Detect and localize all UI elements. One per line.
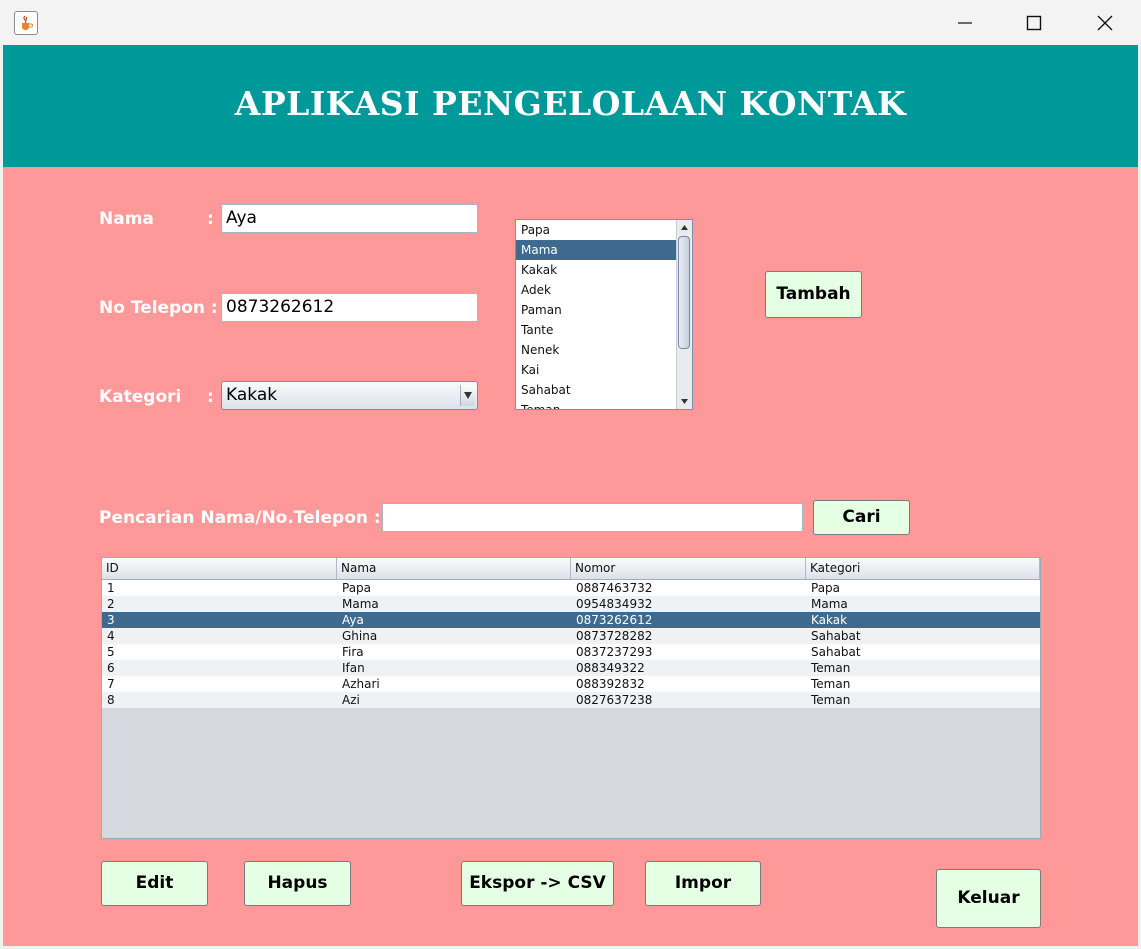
category-list-item[interactable]: Adek: [516, 280, 678, 300]
table-cell: Sahabat: [811, 645, 861, 659]
app-window: APLIKASI PENGELOLAAN KONTAK Nama : Aya N…: [0, 0, 1141, 949]
telepon-field[interactable]: 0873262612: [221, 293, 478, 322]
minimize-button[interactable]: [942, 7, 988, 39]
edit-button[interactable]: Edit: [101, 861, 208, 906]
category-list-item[interactable]: Tante: [516, 320, 678, 340]
tambah-button[interactable]: Tambah: [765, 271, 862, 318]
table-row[interactable]: 4 Ghina 0873728282 Sahabat: [102, 628, 1040, 644]
column-header-nama[interactable]: Nama: [337, 558, 571, 579]
table-cell: Teman: [811, 661, 851, 675]
category-list[interactable]: Papa Mama Kakak Adek Paman Tante Nenek Kai Sahab…: [515, 219, 693, 410]
table-cell: 0873728282: [576, 629, 653, 643]
table-cell: 8: [107, 693, 115, 707]
combo-dropdown-button[interactable]: [460, 385, 475, 406]
table-row[interactable]: 6 Ifan 088349322 Teman: [102, 660, 1040, 676]
ekspor-csv-button[interactable]: Ekspor -> CSV: [461, 861, 614, 906]
table-cell: 7: [107, 677, 115, 691]
table-cell: 5: [107, 645, 115, 659]
contacts-table[interactable]: ID Nama Nomor Kategori 1 Papa 0887463732 Pa…: [101, 557, 1041, 839]
column-header-nomor[interactable]: Nomor: [571, 558, 806, 579]
table-cell: Azhari: [342, 677, 380, 691]
kategori-combobox[interactable]: Kakak: [221, 381, 478, 410]
table-cell: Papa: [811, 581, 841, 595]
table-cell: Mama: [342, 597, 379, 611]
table-row[interactable]: 1 Papa 0887463732 Papa: [102, 580, 1040, 596]
table-row[interactable]: 3 Aya 0873262612 Kakak: [102, 612, 1040, 628]
scroll-thumb[interactable]: [678, 236, 690, 349]
scroll-down-button[interactable]: [677, 394, 692, 409]
kategori-colon: :: [207, 387, 214, 407]
arrow-up-icon: [681, 225, 688, 230]
table-row[interactable]: 2 Mama 0954834932 Mama: [102, 596, 1040, 612]
table-row[interactable]: 5 Fira 0837237293 Sahabat: [102, 644, 1040, 660]
header-banner: APLIKASI PENGELOLAAN KONTAK: [3, 45, 1138, 167]
nama-colon: :: [207, 209, 214, 229]
category-list-item[interactable]: Teman: [516, 400, 678, 409]
table-cell: Aya: [342, 613, 364, 627]
table-cell: Ghina: [342, 629, 378, 643]
hapus-button[interactable]: Hapus: [244, 861, 351, 906]
arrow-down-icon: [681, 399, 688, 404]
title-bar: [0, 0, 1141, 45]
table-cell: Papa: [342, 581, 372, 595]
impor-button[interactable]: Impor: [645, 861, 761, 906]
chevron-down-icon: [464, 392, 472, 399]
scroll-up-button[interactable]: [677, 220, 692, 235]
nama-label: Nama: [99, 209, 154, 229]
category-list-item[interactable]: Nenek: [516, 340, 678, 360]
category-list-item[interactable]: Sahabat: [516, 380, 678, 400]
table-cell: 0837237293: [576, 645, 653, 659]
close-button[interactable]: [1082, 7, 1128, 39]
table-cell: 3: [107, 613, 115, 627]
list-scrollbar[interactable]: [676, 220, 692, 409]
kategori-label: Kategori: [99, 387, 182, 407]
minimize-icon: [958, 22, 972, 24]
maximize-icon: [1026, 15, 1042, 31]
category-list-item[interactable]: Papa: [516, 220, 678, 240]
table-cell: Mama: [811, 597, 848, 611]
category-list-item[interactable]: Paman: [516, 300, 678, 320]
table-cell: 6: [107, 661, 115, 675]
table-header: ID Nama Nomor Kategori: [102, 558, 1040, 580]
java-cup-icon[interactable]: [14, 11, 38, 35]
table-cell: Kakak: [811, 613, 848, 627]
close-icon: [1097, 15, 1113, 31]
table-cell: Azi: [342, 693, 360, 707]
search-label: Pencarian Nama/No.Telepon :: [99, 508, 381, 528]
telepon-label: No Telepon :: [99, 298, 218, 318]
column-header-id[interactable]: ID: [102, 558, 337, 579]
table-cell: 0873262612: [576, 613, 653, 627]
category-list-item[interactable]: Kai: [516, 360, 678, 380]
category-list-item[interactable]: Mama: [516, 240, 678, 260]
main-panel: Nama : Aya No Telepon : 0873262612 Kateg…: [3, 167, 1138, 946]
table-cell: 0827637238: [576, 693, 653, 707]
table-cell: 4: [107, 629, 115, 643]
maximize-button[interactable]: [1011, 7, 1057, 39]
search-input[interactable]: [382, 503, 803, 532]
table-cell: Ifan: [342, 661, 365, 675]
table-row[interactable]: 8 Azi 0827637238 Teman: [102, 692, 1040, 708]
table-cell: Fira: [342, 645, 364, 659]
kategori-selected: Kakak: [226, 385, 278, 405]
table-cell: 2: [107, 597, 115, 611]
cari-button[interactable]: Cari: [813, 500, 910, 535]
page-title: APLIKASI PENGELOLAAN KONTAK: [234, 84, 907, 123]
table-cell: Teman: [811, 677, 851, 691]
table-cell: 0887463732: [576, 581, 653, 595]
table-cell: 0954834932: [576, 597, 653, 611]
nama-field[interactable]: Aya: [221, 204, 478, 233]
table-cell: 1: [107, 581, 115, 595]
table-cell: 088392832: [576, 677, 645, 691]
table-cell: Sahabat: [811, 629, 861, 643]
column-header-kategori[interactable]: Kategori: [806, 558, 1040, 579]
category-list-item[interactable]: Kakak: [516, 260, 678, 280]
table-cell: 088349322: [576, 661, 645, 675]
keluar-button[interactable]: Keluar: [936, 869, 1041, 928]
table-cell: Teman: [811, 693, 851, 707]
table-row[interactable]: 7 Azhari 088392832 Teman: [102, 676, 1040, 692]
